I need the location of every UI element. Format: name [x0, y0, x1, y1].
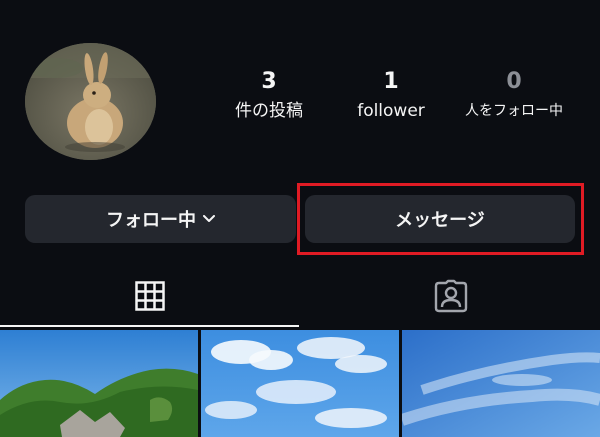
tab-tagged[interactable] [301, 270, 600, 325]
posts-label: 件の投稿 [235, 101, 303, 121]
following-button[interactable]: フォロー中 [25, 195, 296, 243]
following-button-label: フォロー中 [106, 210, 196, 231]
highlight-box [297, 183, 584, 255]
cloudy-sky-photo [201, 330, 399, 437]
stat-followers[interactable]: 1 follower [340, 69, 442, 123]
stat-following[interactable]: 0 人をフォロー中 [455, 69, 573, 123]
post-thumbnail[interactable] [0, 330, 198, 437]
chevron-down-icon [203, 212, 215, 226]
stat-posts[interactable]: 3 件の投稿 [218, 69, 320, 123]
profile-screen: 3 件の投稿 1 follower 0 人をフォロー中 フォロー中 メッセージ [0, 0, 600, 437]
post-thumbnail[interactable] [201, 330, 399, 437]
tab-posts-grid[interactable] [0, 270, 299, 325]
profile-avatar[interactable] [25, 43, 156, 160]
mountain-photo [0, 330, 198, 437]
posts-count: 3 [261, 69, 277, 94]
active-tab-indicator [0, 325, 299, 327]
rabbit-photo [25, 43, 156, 160]
tagged-person-icon [434, 279, 468, 317]
grid-icon [134, 280, 165, 315]
post-thumbnail[interactable] [402, 330, 600, 437]
blue-sky-photo [402, 330, 600, 437]
following-count: 0 [506, 69, 522, 94]
following-label: 人をフォロー中 [465, 103, 563, 119]
followers-count: 1 [383, 69, 399, 94]
followers-label: follower [357, 101, 425, 121]
